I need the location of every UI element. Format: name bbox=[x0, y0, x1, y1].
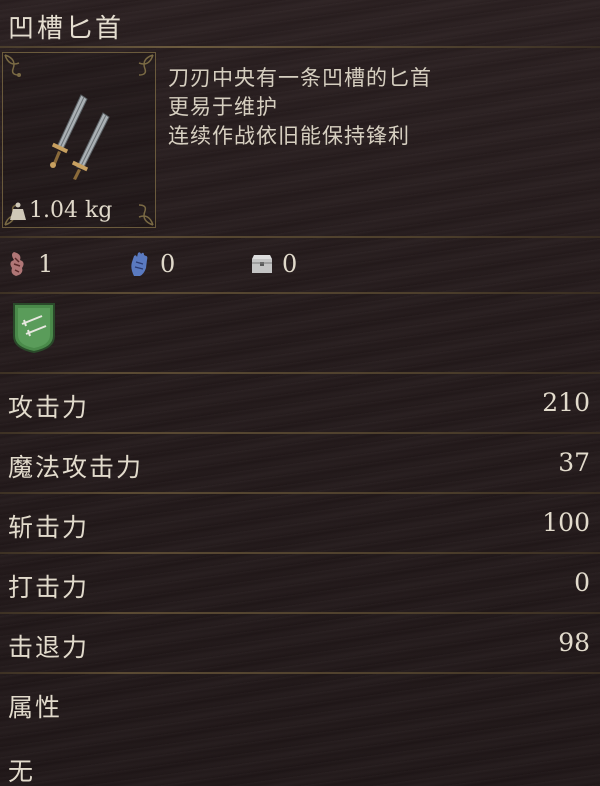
other-value: 0 bbox=[282, 250, 298, 278]
description-line: 连续作战依旧能保持锋利 bbox=[168, 124, 410, 148]
chest-icon bbox=[252, 255, 272, 273]
attribute-row-knockback: 击退力 98 bbox=[0, 614, 600, 672]
weight-value: 1.04 kg bbox=[29, 198, 113, 223]
requirement-strength: 1 bbox=[6, 250, 53, 278]
attribute-value: 100 bbox=[542, 508, 590, 537]
attribute-label: 攻击力 bbox=[8, 393, 90, 422]
attribute-label: 击退力 bbox=[8, 633, 90, 662]
attribute-value: 98 bbox=[558, 628, 590, 657]
attribute-row-attack: 攻击力 210 bbox=[0, 374, 600, 432]
skill-emblem-icon bbox=[13, 303, 55, 354]
dagger-icon bbox=[50, 94, 110, 180]
item-image-frame: 1.04 kg bbox=[2, 52, 156, 228]
divider bbox=[0, 292, 600, 294]
attribute-row-strike: 打击力 0 bbox=[0, 554, 600, 612]
description-line: 刀刃中央有一条凹槽的匕首 bbox=[168, 66, 432, 90]
dexterity-value: 0 bbox=[160, 250, 176, 278]
weight-icon bbox=[10, 202, 26, 220]
dexterity-hand-icon bbox=[131, 252, 148, 276]
attribute-value: 37 bbox=[558, 448, 590, 477]
item-name: 凹槽匕首 bbox=[8, 14, 125, 44]
item-weight: 1.04 kg bbox=[9, 198, 112, 223]
requirement-dexterity: 0 bbox=[128, 250, 175, 278]
vine-ornament-icon bbox=[138, 204, 154, 226]
requirements-row: 1 0 0 bbox=[0, 246, 600, 286]
attribute-label: 斩击力 bbox=[8, 513, 90, 542]
element-value: 无 bbox=[8, 757, 36, 786]
attribute-row-slash: 斩击力 100 bbox=[0, 494, 600, 552]
attribute-label: 魔法攻击力 bbox=[8, 453, 144, 482]
attribute-row-magic-attack: 魔法攻击力 37 bbox=[0, 434, 600, 492]
title-divider bbox=[0, 46, 600, 48]
requirement-other: 0 bbox=[250, 250, 297, 278]
attribute-label: 打击力 bbox=[8, 573, 90, 602]
divider bbox=[0, 672, 600, 674]
attribute-value: 0 bbox=[574, 568, 590, 597]
element-label: 属性 bbox=[8, 693, 63, 722]
divider bbox=[0, 236, 600, 238]
attribute-value: 210 bbox=[542, 388, 590, 417]
item-description: 刀刃中央有一条凹槽的匕首 更易于维护 连续作战依旧能保持锋利 bbox=[168, 64, 432, 151]
title-bar: 凹槽匕首 bbox=[0, 0, 600, 48]
strength-icon bbox=[10, 252, 24, 276]
vine-ornament-icon bbox=[138, 54, 154, 76]
vine-ornament-icon bbox=[4, 54, 21, 77]
strength-value: 1 bbox=[38, 250, 54, 278]
description-line: 更易于维护 bbox=[168, 95, 278, 119]
